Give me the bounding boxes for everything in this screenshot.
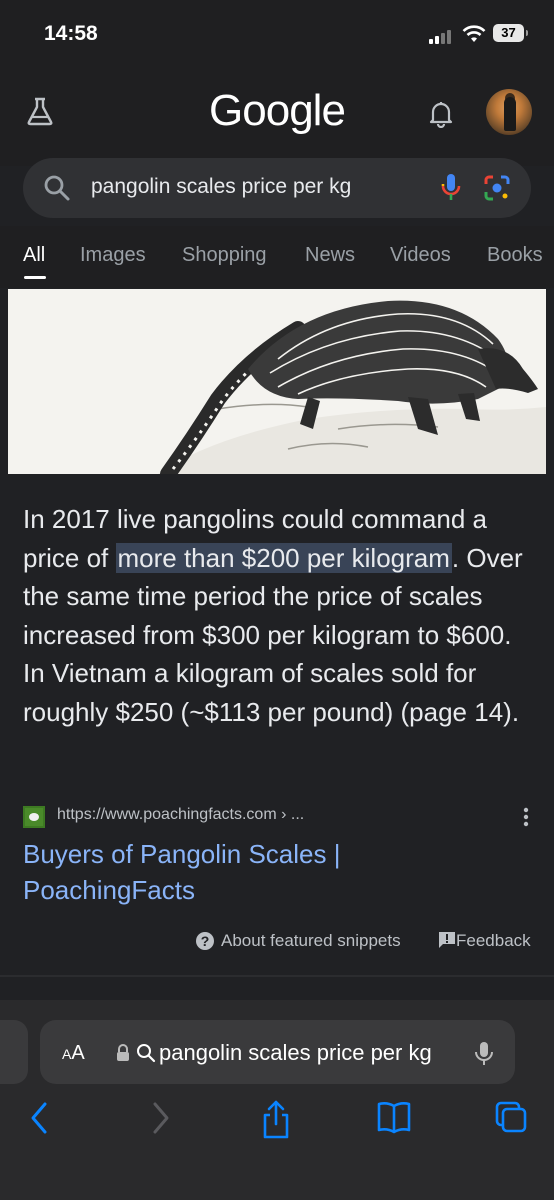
featured-snippet-text: In 2017 live pangolins could command a p…	[23, 500, 535, 731]
pangolin-illustration-image[interactable]	[8, 289, 546, 474]
tab-books[interactable]: Books	[487, 244, 543, 267]
more-options-icon[interactable]	[523, 807, 529, 827]
chevron-right-icon	[153, 1102, 169, 1134]
bookmarks-button[interactable]	[376, 1100, 412, 1139]
snippet-highlight: more than $200 per kilogram	[115, 542, 452, 573]
share-button[interactable]	[260, 1100, 292, 1145]
notifications-bell-icon[interactable]	[428, 100, 454, 128]
result-url[interactable]: https://www.poachingfacts.com › ...	[57, 806, 304, 824]
site-favicon	[23, 806, 45, 828]
about-featured-snippets-link[interactable]: About featured snippets	[221, 931, 401, 951]
help-circle-icon[interactable]: ?	[195, 931, 215, 951]
tab-news[interactable]: News	[305, 244, 355, 267]
battery-indicator: 37	[493, 24, 528, 42]
chevron-left-icon	[31, 1102, 47, 1134]
search-box[interactable]: pangolin scales price per kg	[23, 158, 531, 218]
previous-tab-preview[interactable]	[0, 1020, 28, 1084]
aa-small: A	[62, 1046, 72, 1062]
home-indicator-area	[0, 1160, 554, 1200]
result-source[interactable]: https://www.poachingfacts.com › ...	[23, 805, 533, 829]
share-icon	[263, 1100, 289, 1139]
voice-search-mic-icon[interactable]	[440, 172, 462, 204]
google-header: Google	[0, 66, 554, 166]
search-icon	[44, 175, 70, 201]
account-avatar[interactable]	[486, 89, 532, 135]
active-tab-indicator	[24, 276, 46, 279]
forward-button[interactable]	[148, 1100, 172, 1141]
reader-settings-button[interactable]: AA	[62, 1042, 85, 1065]
google-logo[interactable]: Google	[0, 86, 554, 136]
lock-icon	[117, 1044, 129, 1061]
google-search-page: 14:58 37 Google pangolin scales price pe…	[0, 0, 554, 1200]
tabs-icon	[495, 1101, 527, 1133]
aa-big: A	[71, 1042, 85, 1064]
tab-images[interactable]: Images	[80, 244, 146, 267]
address-search-icon	[137, 1044, 156, 1063]
tab-shopping[interactable]: Shopping	[182, 244, 267, 267]
svg-text:?: ?	[201, 933, 210, 949]
result-title-link[interactable]: Buyers of Pangolin Scales | PoachingFact…	[23, 836, 423, 908]
feedback-link[interactable]: Feedback	[456, 931, 531, 951]
tab-all[interactable]: All	[23, 244, 45, 267]
section-divider	[0, 975, 554, 977]
address-bar[interactable]: AA pangolin scales price per kg	[40, 1020, 515, 1084]
google-lens-icon[interactable]	[483, 174, 511, 202]
safari-nav-bar	[0, 1100, 554, 1140]
search-tabs: All Images Shopping News Videos Books	[0, 226, 554, 288]
address-text[interactable]: pangolin scales price per kg	[159, 1040, 454, 1066]
status-time: 14:58	[44, 22, 98, 45]
search-input[interactable]: pangolin scales price per kg	[91, 175, 403, 199]
snippet-footer: ? About featured snippets Feedback	[0, 930, 554, 954]
dictation-mic-icon[interactable]	[474, 1040, 494, 1068]
wifi-icon	[462, 25, 486, 42]
tab-videos[interactable]: Videos	[390, 244, 451, 267]
cellular-signal-icon	[429, 28, 455, 44]
back-button[interactable]	[28, 1100, 52, 1141]
status-bar: 14:58 37	[0, 0, 554, 66]
tabs-button[interactable]	[494, 1100, 528, 1139]
feedback-icon[interactable]	[438, 931, 456, 949]
book-icon	[377, 1102, 411, 1134]
